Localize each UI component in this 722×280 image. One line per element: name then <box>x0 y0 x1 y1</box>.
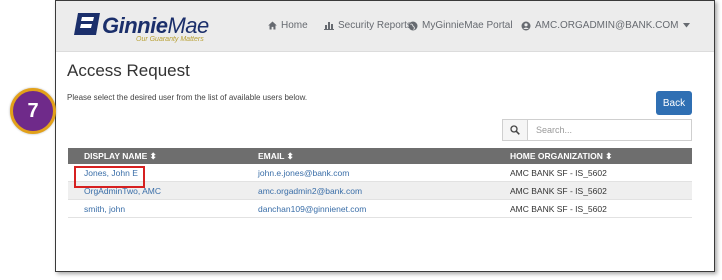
caret-down-icon <box>682 23 690 28</box>
logo-tagline: Our Guaranty Matters <box>136 36 204 43</box>
nav-myginniemae-portal[interactable]: MyGinnieMae Portal <box>408 20 513 31</box>
column-header-home-organization[interactable]: HOME ORGANIZATION ⬍ <box>506 148 692 164</box>
user-email-link[interactable]: amc.orgadmin2@bank.com <box>258 186 362 196</box>
table-row[interactable]: OrgAdminTwo, AMC amc.orgadmin2@bank.com … <box>68 181 692 200</box>
logo-name-bold: Ginnie <box>102 13 168 38</box>
step-number-badge: 7 <box>10 88 56 134</box>
search-input[interactable] <box>528 120 691 140</box>
logo-name-light: Mae <box>167 13 209 38</box>
globe-icon <box>408 21 418 30</box>
cell-display-name: smith, john <box>68 199 254 218</box>
cell-display-name: OrgAdminTwo, AMC <box>68 181 254 200</box>
search-box <box>502 119 692 141</box>
table-row[interactable]: smith, john danchan109@ginnienet.com AMC… <box>68 199 692 218</box>
nav-user-menu[interactable]: AMC.ORGADMIN@BANK.COM <box>521 20 690 31</box>
cell-home-organization: AMC BANK SF - IS_5602 <box>506 164 692 182</box>
top-navbar: GinnieMae Our Guaranty Matters Home Secu… <box>56 1 714 52</box>
column-header-email[interactable]: EMAIL ⬍ <box>254 148 506 164</box>
cell-email: amc.orgadmin2@bank.com <box>254 181 506 200</box>
cell-home-organization: AMC BANK SF - IS_5602 <box>506 181 692 200</box>
users-table: DISPLAY NAME ⬍ EMAIL ⬍ HOME ORGANIZATION… <box>68 148 692 218</box>
nav-home-label: Home <box>281 20 308 31</box>
search-icon-button[interactable] <box>503 120 528 140</box>
search-icon <box>510 125 520 135</box>
cell-display-name: Jones, John E <box>68 164 254 182</box>
user-circle-icon <box>521 21 531 30</box>
cell-home-organization: AMC BANK SF - IS_5602 <box>506 199 692 218</box>
browser-frame: GinnieMae Our Guaranty Matters Home Secu… <box>55 0 715 272</box>
cell-email: danchan109@ginnienet.com <box>254 199 506 218</box>
nav-security-reports[interactable]: Security Reports <box>324 20 412 31</box>
column-header-display-name[interactable]: DISPLAY NAME ⬍ <box>68 148 254 164</box>
back-button[interactable]: Back <box>656 91 692 115</box>
table-header-row: DISPLAY NAME ⬍ EMAIL ⬍ HOME ORGANIZATION… <box>68 148 692 164</box>
ginnie-mae-logo[interactable]: GinnieMae Our Guaranty Matters <box>74 9 244 45</box>
page-instructions: Please select the desired user from the … <box>67 93 308 102</box>
bar-chart-icon <box>324 22 334 30</box>
nav-home[interactable]: Home <box>268 20 308 31</box>
user-name-link[interactable]: Jones, John E <box>84 168 138 178</box>
table-row[interactable]: Jones, John E john.e.jones@bank.com AMC … <box>68 164 692 182</box>
nav-portal-label: MyGinnieMae Portal <box>422 20 513 31</box>
user-email-link[interactable]: john.e.jones@bank.com <box>258 168 349 178</box>
page-title: Access Request <box>67 61 190 80</box>
nav-user-label: AMC.ORGADMIN@BANK.COM <box>535 20 679 31</box>
user-name-link[interactable]: OrgAdminTwo, AMC <box>84 186 161 196</box>
cell-email: john.e.jones@bank.com <box>254 164 506 182</box>
home-icon <box>268 21 277 30</box>
nav-security-reports-label: Security Reports <box>338 20 412 31</box>
user-email-link[interactable]: danchan109@ginnienet.com <box>258 204 366 214</box>
user-name-link[interactable]: smith, john <box>84 204 125 214</box>
ginnie-mae-logo-mark-icon <box>74 13 100 35</box>
